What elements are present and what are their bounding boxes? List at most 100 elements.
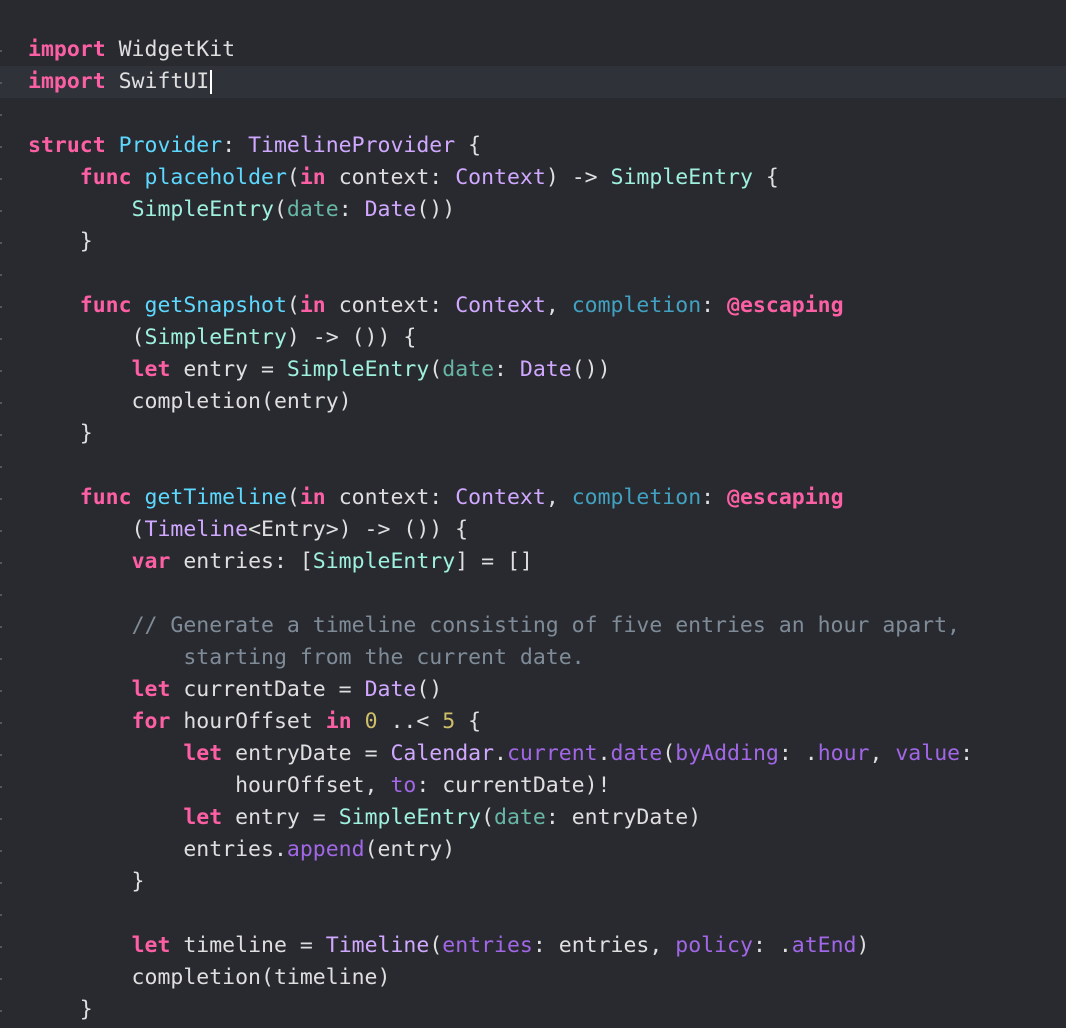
code-line[interactable]: func getSnapshot(in context: Context, co…: [0, 290, 1066, 322]
code-token-plain: timeline =: [170, 933, 326, 958]
code-line[interactable]: let entry = SimpleEntry(date: Date()): [0, 354, 1066, 386]
code-line[interactable]: [0, 578, 1066, 610]
code-line[interactable]: let timeline = Timeline(entries: entries…: [0, 930, 1066, 962]
code-token-plain: hourOffset,: [28, 773, 391, 798]
code-token-plain: }: [28, 421, 93, 446]
code-line[interactable]: // Generate a timeline consisting of fiv…: [0, 610, 1066, 642]
code-token-plain: .: [494, 741, 507, 766]
code-line[interactable]: completion(timeline): [0, 962, 1066, 994]
code-token-typesys: Context: [455, 485, 546, 510]
code-token-typesys: Context: [455, 165, 546, 190]
gutter-marker: [0, 146, 2, 148]
gutter-marker: [0, 370, 2, 372]
code-token-plain: ..<: [377, 709, 443, 734]
code-line[interactable]: func getTimeline(in context: Context, co…: [0, 482, 1066, 514]
code-line[interactable]: entries.append(entry): [0, 834, 1066, 866]
code-editor[interactable]: import WidgetKit import SwiftUI struct Pro…: [0, 0, 1066, 1028]
code-line[interactable]: import SwiftUI: [0, 66, 1066, 98]
code-token-plain: ) ->: [545, 165, 611, 190]
code-token-plain: :: [338, 197, 365, 222]
gutter-marker: [0, 626, 2, 628]
code-text: }: [28, 226, 93, 258]
code-token-plain: (: [286, 293, 300, 318]
code-line[interactable]: [0, 898, 1066, 930]
gutter-marker: [0, 434, 2, 436]
gutter-marker: [0, 562, 2, 564]
gutter-marker: [0, 722, 2, 724]
code-token-typeproj: SimpleEntry: [286, 357, 430, 382]
code-line[interactable]: [0, 450, 1066, 482]
gutter-marker: [0, 850, 2, 852]
code-line[interactable]: }: [0, 226, 1066, 258]
code-token-plain: completion(timeline): [28, 965, 391, 990]
gutter-marker: [0, 178, 2, 180]
code-line[interactable]: import WidgetKit: [0, 34, 1066, 66]
code-token-funcsys: date: [610, 741, 663, 766]
code-text: import SwiftUI: [28, 66, 213, 98]
code-text: struct Provider: TimelineProvider {: [28, 130, 481, 162]
code-token-plain: }: [28, 997, 93, 1022]
code-token-typesys: Timeline: [144, 517, 249, 542]
code-line[interactable]: completion(entry): [0, 386, 1066, 418]
code-token-typeproj: SimpleEntry: [131, 197, 274, 222]
code-token-plain: ): [856, 933, 870, 958]
code-line[interactable]: starting from the current date.: [0, 642, 1066, 674]
code-line[interactable]: let entryDate = Calendar.current.date(by…: [0, 738, 1066, 770]
code-token-plain: entries: [: [170, 549, 313, 574]
code-line[interactable]: }: [0, 418, 1066, 450]
code-text: let currentDate = Date(): [28, 674, 443, 706]
code-line[interactable]: (SimpleEntry) -> ()) {: [0, 322, 1066, 354]
code-token-funcsys: to: [390, 773, 417, 798]
code-text: completion(timeline): [28, 962, 391, 994]
code-line[interactable]: let entry = SimpleEntry(date: entryDate): [0, 802, 1066, 834]
code-token-comment: starting from the current date.: [183, 645, 585, 670]
code-line[interactable]: struct Provider: TimelineProvider {: [0, 130, 1066, 162]
code-text: (SimpleEntry) -> ()) {: [28, 322, 417, 354]
code-token-comment: // Generate a timeline consisting of fiv…: [131, 613, 960, 638]
code-line[interactable]: (Timeline<Entry>) -> ()) {: [0, 514, 1066, 546]
code-token-typesys: Timeline: [325, 933, 430, 958]
code-token-funcsys: policy: [675, 933, 753, 958]
code-line[interactable]: for hourOffset in 0 ..< 5 {: [0, 706, 1066, 738]
code-token-kw: in: [299, 485, 326, 510]
code-token-kw: @escaping: [727, 485, 844, 510]
code-line[interactable]: }: [0, 994, 1066, 1026]
code-line[interactable]: func placeholder(in context: Context) ->…: [0, 162, 1066, 194]
code-line[interactable]: [0, 258, 1066, 290]
code-token-plain: entries.: [28, 837, 287, 862]
code-token-kw: var: [131, 549, 171, 574]
code-token-plain: {: [752, 165, 779, 190]
code-text: let entry = SimpleEntry(date: entryDate): [28, 802, 701, 834]
code-line[interactable]: hourOffset, to: currentDate)!: [0, 770, 1066, 802]
gutter-marker: [0, 274, 2, 276]
code-token-plain: ()): [571, 357, 611, 382]
code-line[interactable]: var entries: [SimpleEntry] = []: [0, 546, 1066, 578]
code-line[interactable]: }: [0, 866, 1066, 898]
code-token-plain: {: [455, 709, 482, 734]
code-token-decl: getTimeline: [144, 485, 287, 510]
code-token-typeproj: SimpleEntry: [610, 165, 753, 190]
gutter-marker: [0, 754, 2, 756]
code-line[interactable]: SimpleEntry(date: Date()): [0, 194, 1066, 226]
code-text: SimpleEntry(date: Date()): [28, 194, 456, 226]
code-line[interactable]: [0, 98, 1066, 130]
code-token-plain: context:: [325, 293, 456, 318]
code-line[interactable]: let currentDate = Date(): [0, 674, 1066, 706]
code-token-plain: }: [28, 229, 93, 254]
code-token-typesys: Calendar: [390, 741, 495, 766]
code-token-kw: struct: [28, 133, 106, 158]
code-token-typesys: Context: [455, 293, 546, 318]
code-token-plain: entry =: [222, 805, 339, 830]
code-token-funcsys: entries: [442, 933, 533, 958]
code-token-funcsys: byAdding: [675, 741, 779, 766]
code-text: let entryDate = Calendar.current.date(by…: [28, 738, 973, 770]
